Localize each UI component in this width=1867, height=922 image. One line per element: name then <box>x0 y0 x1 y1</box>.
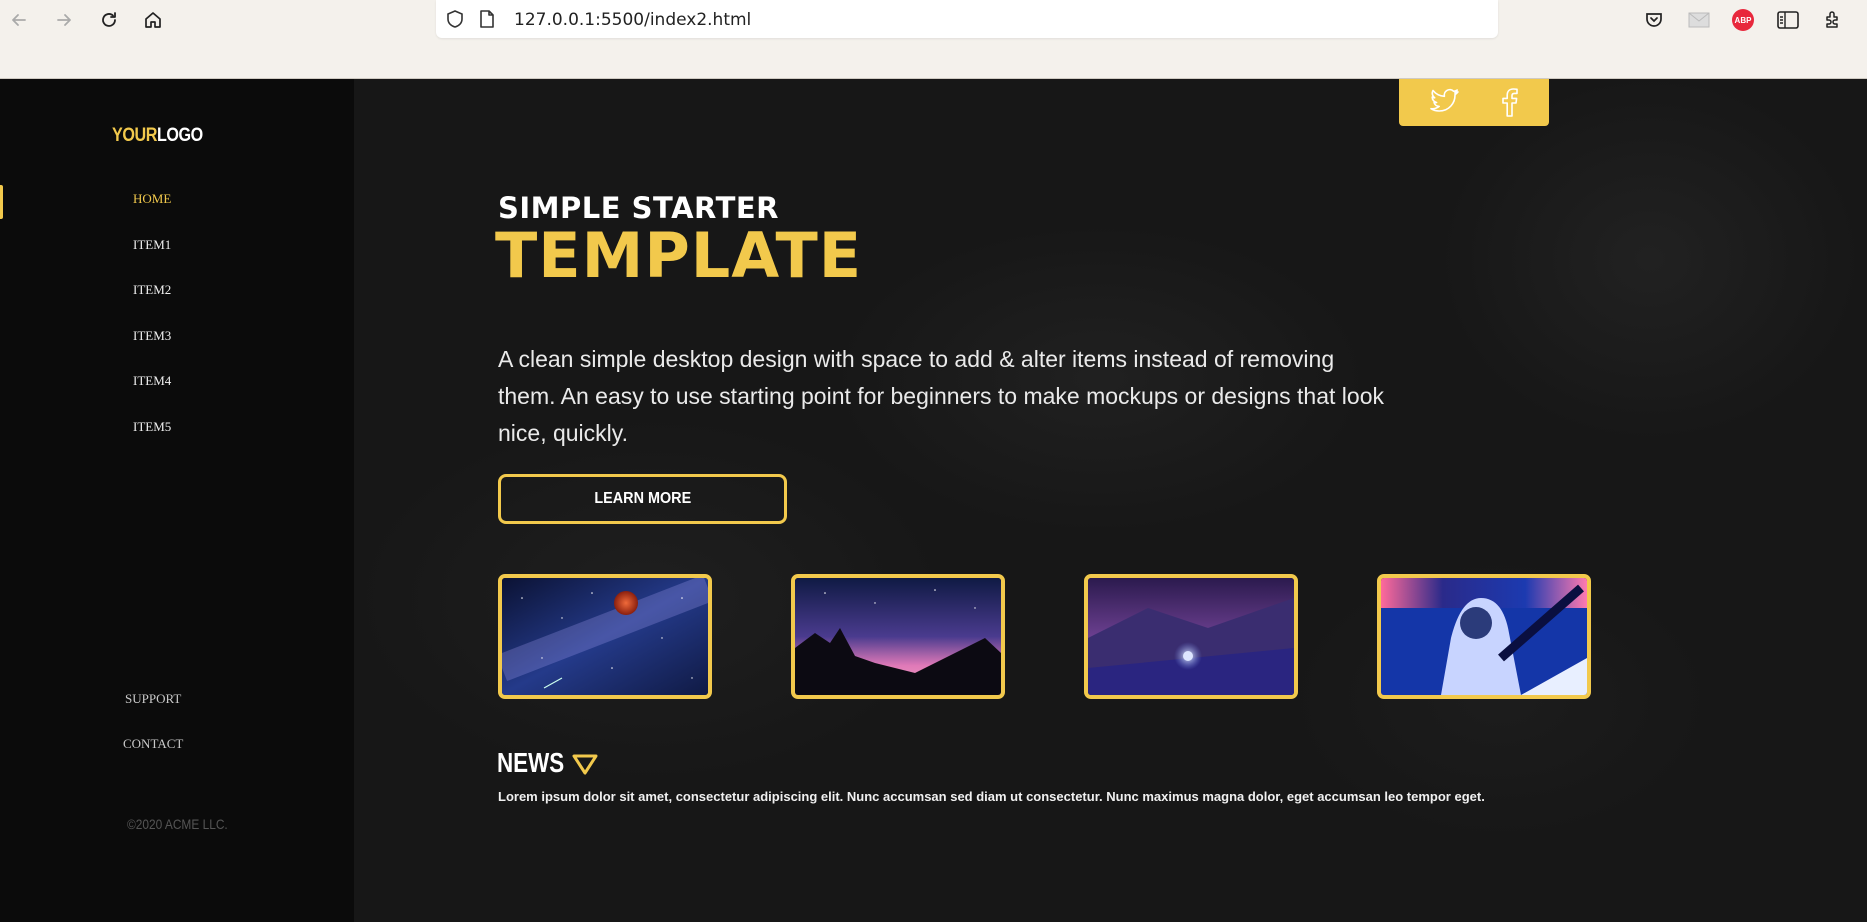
sidebar-item-item5[interactable]: ITEM5 <box>133 419 171 435</box>
facebook-icon[interactable] <box>1493 85 1527 119</box>
logo-part-logo: LOGO <box>156 125 203 146</box>
shield-icon[interactable] <box>444 8 466 30</box>
logo-part-your: YOUR <box>112 125 157 146</box>
learn-more-button[interactable]: LEARN MORE <box>498 474 787 524</box>
neon-statue-image <box>1381 578 1587 695</box>
hero-title: TEMPLATE <box>495 219 863 292</box>
browser-toolbar: 127.0.0.1:5500/index2.html ABP <box>0 0 1867 79</box>
reload-icon[interactable] <box>95 6 123 34</box>
logo[interactable]: YOURLOGO <box>112 125 203 147</box>
gallery-image-1[interactable] <box>498 574 712 699</box>
adblock-icon[interactable]: ABP <box>1729 6 1757 34</box>
extensions-icon[interactable] <box>1819 6 1847 34</box>
triangle-down-icon[interactable] <box>572 753 598 775</box>
purple-snow-orb-image <box>1088 578 1294 695</box>
sidebar-item-item1[interactable]: ITEM1 <box>133 237 171 253</box>
hero-description: A clean simple desktop design with space… <box>498 346 1384 446</box>
sidebar-item-item2[interactable]: ITEM2 <box>133 282 171 298</box>
copyright-text: ©2020 ACME LLC. <box>127 816 228 832</box>
address-bar[interactable]: 127.0.0.1:5500/index2.html <box>436 0 1498 38</box>
news-text: Lorem ipsum dolor sit amet, consectetur … <box>498 789 1485 804</box>
gallery-image-2[interactable] <box>791 574 1005 699</box>
social-bar <box>1399 79 1549 126</box>
news-heading: NEWS <box>497 747 565 778</box>
contact-link[interactable]: CONTACT <box>123 736 183 752</box>
sidebar-item-home[interactable]: HOME <box>133 191 171 207</box>
gallery-image-4[interactable] <box>1377 574 1591 699</box>
aurora-sky-image <box>795 578 1001 695</box>
reader-view-icon[interactable] <box>1774 6 1802 34</box>
back-icon[interactable] <box>5 6 33 34</box>
night-sky-moon-image <box>502 578 708 695</box>
learn-more-label: LEARN MORE <box>594 490 691 507</box>
mail-icon[interactable] <box>1685 6 1713 34</box>
sidebar-item-item3[interactable]: ITEM3 <box>133 328 171 344</box>
support-link[interactable]: SUPPORT <box>125 691 181 707</box>
home-icon[interactable] <box>139 6 167 34</box>
url-text[interactable]: 127.0.0.1:5500/index2.html <box>514 10 751 30</box>
active-indicator <box>0 185 3 219</box>
sidebar-item-item4[interactable]: ITEM4 <box>133 373 171 389</box>
gallery-image-3[interactable] <box>1084 574 1298 699</box>
page-icon <box>476 8 498 30</box>
forward-icon[interactable] <box>50 6 78 34</box>
web-page: YOURLOGO HOME ITEM1 ITEM2 ITEM3 ITEM4 IT… <box>0 79 1867 922</box>
sidebar: YOURLOGO HOME ITEM1 ITEM2 ITEM3 ITEM4 IT… <box>0 79 354 922</box>
twitter-icon[interactable] <box>1427 85 1461 119</box>
pocket-icon[interactable] <box>1640 6 1668 34</box>
